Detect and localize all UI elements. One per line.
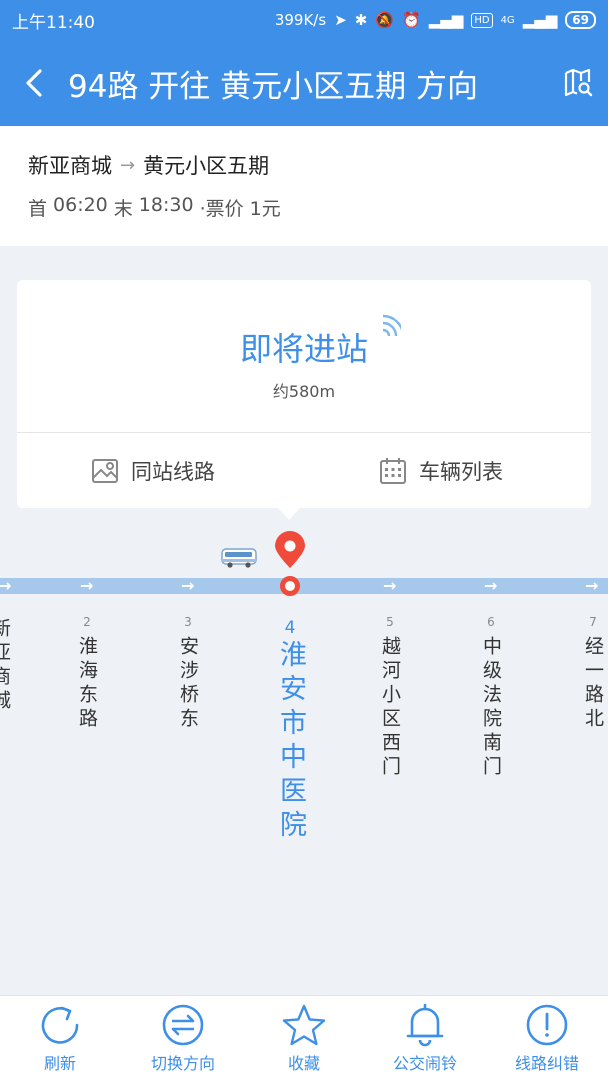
location-icon: ➤: [334, 11, 347, 29]
star-icon: [282, 1004, 326, 1046]
network-type: 4G: [500, 14, 515, 26]
alert-icon: [526, 1004, 568, 1046]
route-arrow-icon: →: [120, 154, 136, 176]
first-bus-time: 06:20: [53, 194, 108, 216]
track-arrow-icon: →: [80, 576, 94, 595]
bottom-toolbar: 刷新 切换方向 收藏 公交闹铃 线路纠错: [0, 995, 608, 1080]
battery-level: 69: [565, 11, 596, 29]
stop-number: 2: [83, 615, 91, 629]
stop-item[interactable]: 2 淮海东路: [67, 614, 107, 736]
arrival-info: 即将进站 约580m: [17, 280, 591, 432]
vehicle-list-label: 车辆列表: [419, 459, 503, 484]
stop-number: 6: [487, 615, 495, 629]
refresh-button[interactable]: 刷新: [5, 996, 115, 1080]
stop-name: 淮安市中医院: [275, 640, 306, 844]
tab-label: 收藏: [287, 1054, 320, 1073]
stop-item[interactable]: 新亚商城: [0, 612, 20, 718]
track-arrow-icon: →: [181, 576, 195, 595]
same-station-lines-button[interactable]: 同站线路: [91, 433, 215, 508]
stop-name: 新亚商城: [0, 618, 11, 714]
stop-name: 淮海东路: [76, 636, 98, 732]
tab-label: 公交闹铃: [392, 1054, 457, 1073]
status-time: 上午11:40: [12, 12, 95, 33]
stop-number: 3: [184, 615, 192, 629]
tab-label: 切换方向: [150, 1054, 215, 1073]
arrival-distance: 约580m: [272, 382, 336, 401]
bus-icon: [221, 548, 257, 568]
realtime-signal-icon: [382, 314, 401, 336]
mute-icon: 🔕: [375, 11, 395, 29]
network-speed: 399K/s: [274, 11, 327, 29]
same-station-lines-label: 同站线路: [131, 459, 215, 484]
stop-name: 中级法院南门: [480, 636, 502, 780]
switch-direction-button[interactable]: 切换方向: [128, 996, 238, 1080]
track-arrow-icon: →: [585, 576, 599, 595]
route-schedule: 首 06:20 末 18:30 ·票价 1元: [28, 194, 580, 221]
signal-icon: ▂▄▆: [428, 11, 464, 29]
last-bus-label: 末: [113, 198, 133, 220]
favorite-button[interactable]: 收藏: [249, 996, 359, 1080]
status-icons: 399K/s ➤ ✱ 🔕 ⏰ ▂▄▆ HD 4G ▂▄▆ 69: [275, 11, 596, 29]
page-title: 94路 开往 黄元小区五期 方向: [68, 68, 479, 105]
calendar-icon: [380, 457, 406, 484]
vehicle-list-button[interactable]: 车辆列表: [379, 433, 503, 508]
map-button[interactable]: [548, 40, 608, 126]
stop-item[interactable]: 7 经一路北: [573, 614, 608, 736]
bell-icon: [406, 1003, 444, 1047]
tab-label: 刷新: [43, 1054, 76, 1073]
stop-item[interactable]: 6 中级法院南门: [471, 614, 511, 784]
stop-number: 5: [386, 615, 394, 629]
bus-alarm-button[interactable]: 公交闹铃: [370, 996, 480, 1080]
alarm-icon: ⏰: [402, 11, 421, 29]
stop-name: 越河小区西门: [379, 636, 401, 780]
map-search-icon: [564, 68, 593, 97]
report-error-button[interactable]: 线路纠错: [492, 996, 602, 1080]
track-arrow-icon: →: [0, 576, 12, 595]
status-bar: 上午11:40 399K/s ➤ ✱ 🔕 ⏰ ▂▄▆ HD 4G ▂▄▆ 69: [0, 0, 608, 40]
stop-item[interactable]: 3 安涉桥东: [168, 614, 208, 736]
location-pin-icon: [275, 531, 305, 568]
chevron-left-icon: [26, 69, 42, 97]
last-bus-time: 18:30: [138, 194, 194, 216]
current-stop-marker: [280, 576, 300, 596]
refresh-icon: [41, 1006, 79, 1044]
app-header: 94路 开往 黄元小区五期 方向: [0, 40, 608, 126]
route-info: 新亚商城 → 黄元小区五期 首 06:20 末 18:30 ·票价 1元: [0, 126, 608, 246]
bluetooth-icon: ✱: [354, 11, 368, 29]
first-bus-label: 首: [28, 198, 48, 220]
arrival-status: 即将进站: [239, 330, 368, 368]
stop-name: 安涉桥东: [177, 636, 199, 732]
stop-item-current[interactable]: 4 淮安市中医院: [270, 618, 310, 848]
route-endpoints: 新亚商城 → 黄元小区五期: [28, 150, 580, 180]
track-arrow-icon: →: [484, 576, 498, 595]
back-button[interactable]: [0, 40, 68, 126]
tab-label: 线路纠错: [514, 1054, 579, 1073]
fare: ·票价 1元: [199, 198, 281, 220]
route-destination: 黄元小区五期: [143, 154, 270, 178]
stop-number: 7: [589, 615, 597, 629]
signal-icon-2: ▂▄▆: [522, 11, 558, 29]
hd-badge: HD: [471, 12, 493, 28]
stop-name: 经一路北: [582, 636, 604, 732]
switch-direction-icon: [162, 1004, 204, 1046]
stop-item[interactable]: 5 越河小区西门: [370, 614, 410, 784]
card-pointer: [278, 508, 300, 520]
stop-number: 4: [284, 618, 296, 638]
route-origin: 新亚商城: [28, 154, 112, 178]
map-pin-image-icon: [92, 458, 118, 483]
track-arrow-icon: →: [383, 576, 397, 595]
arrival-card: 即将进站 约580m 同站线路 车辆列表: [17, 280, 591, 508]
